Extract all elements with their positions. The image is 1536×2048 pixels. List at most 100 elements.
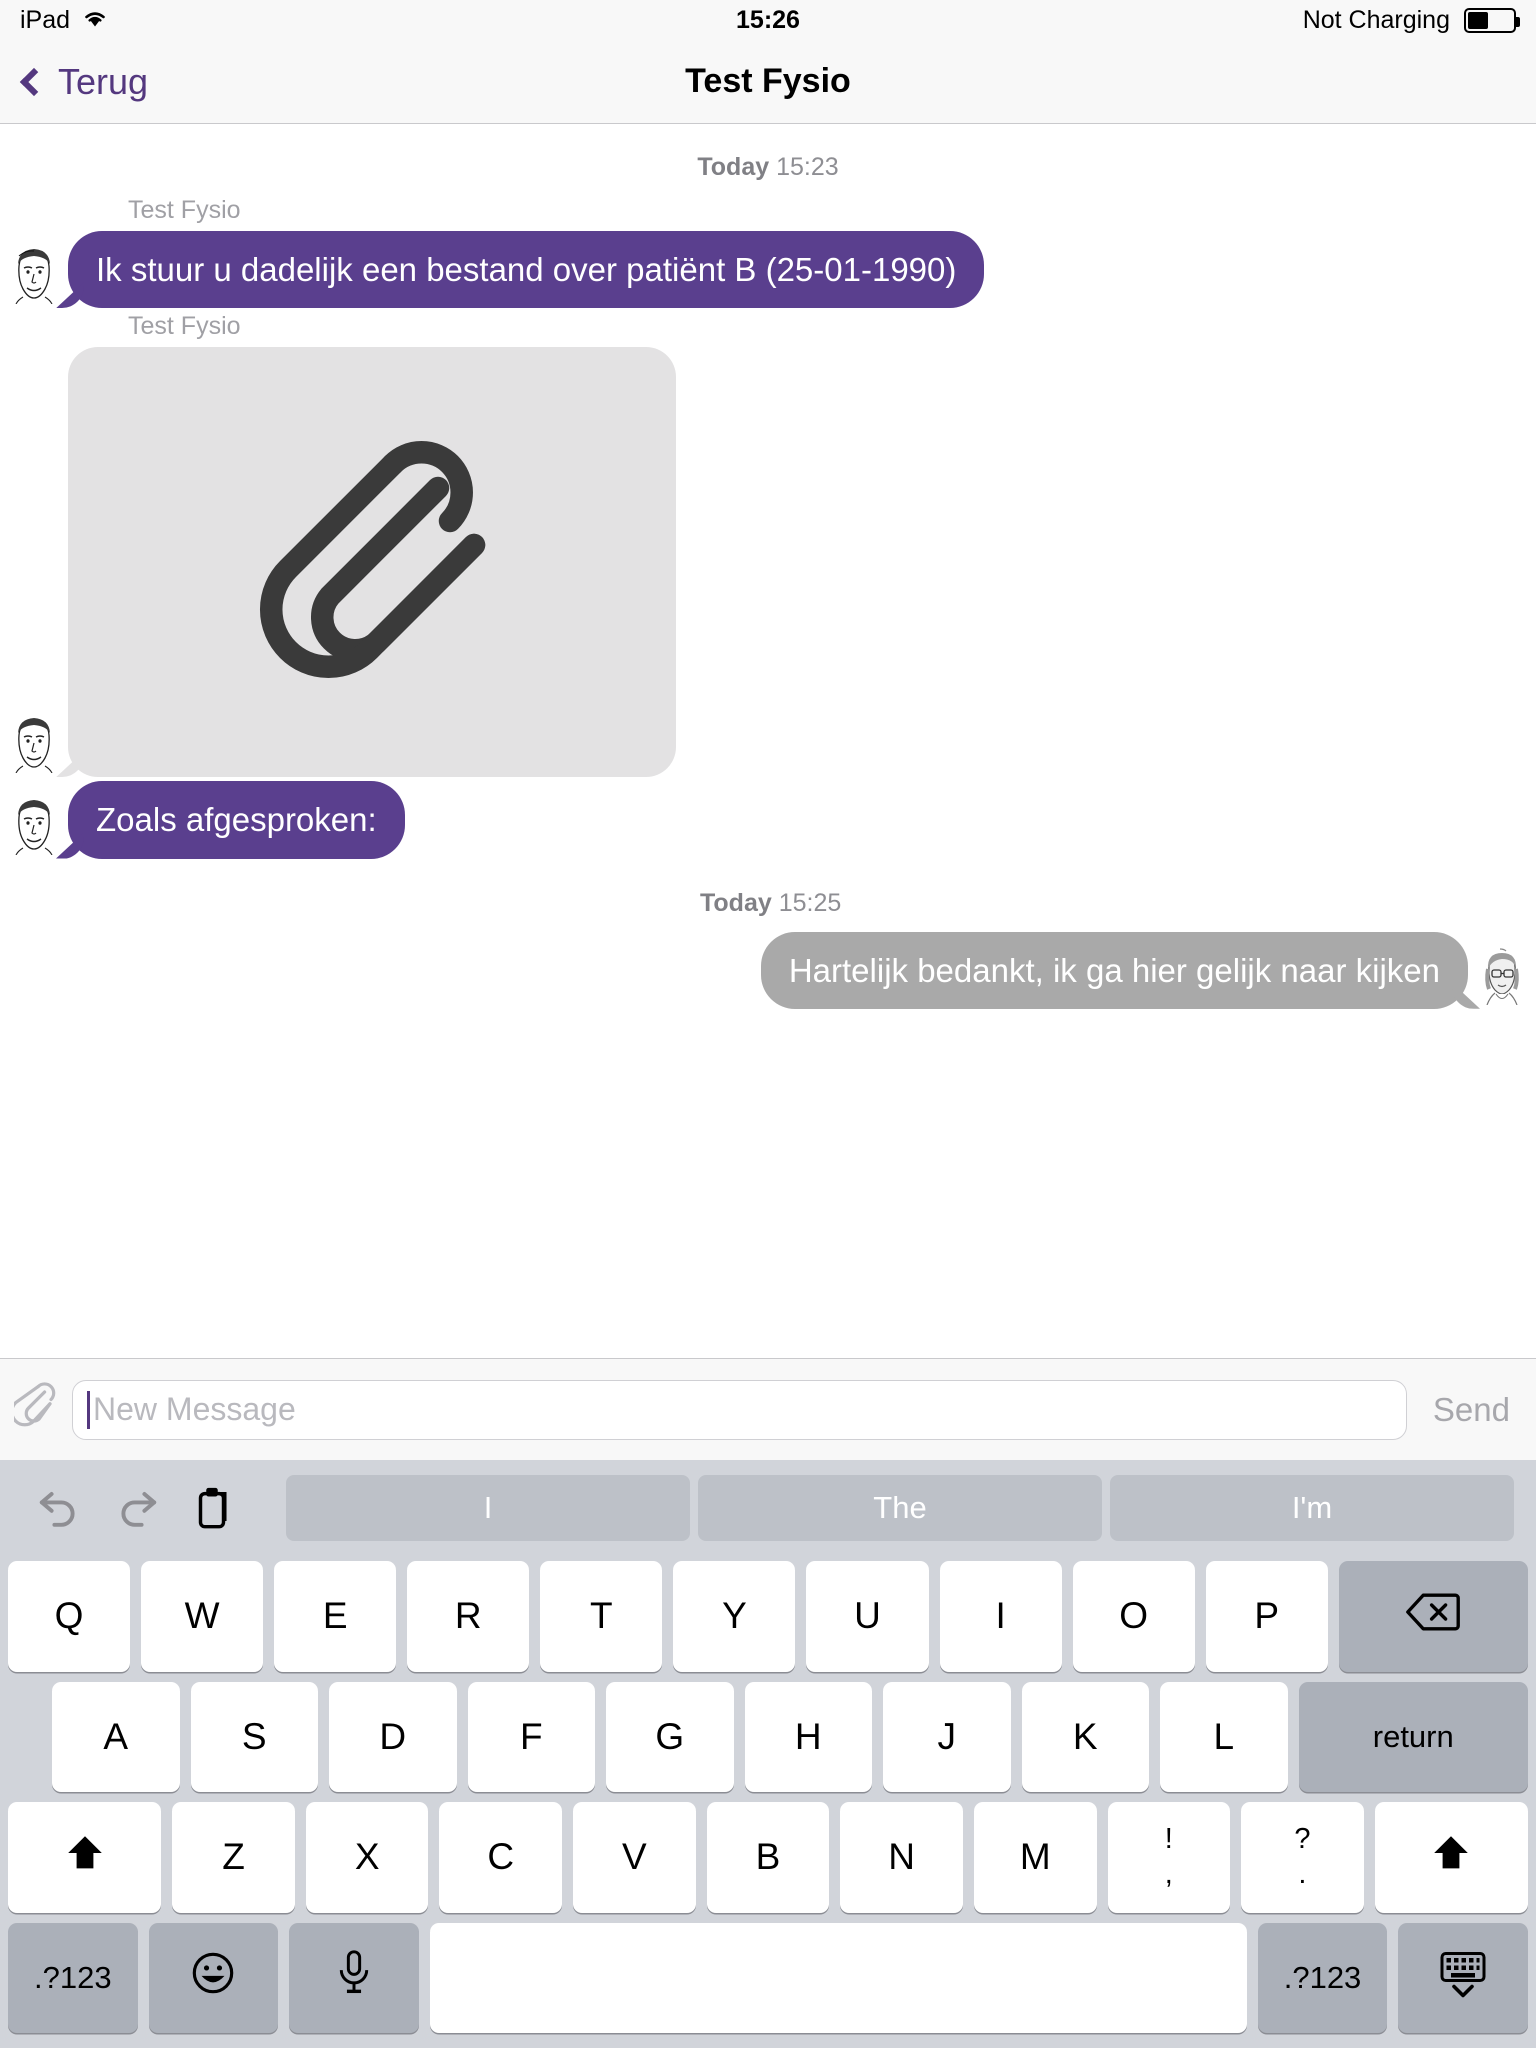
key-j[interactable]: J xyxy=(883,1681,1011,1792)
timestamp-divider: Today 15:25 xyxy=(0,889,1536,918)
paperclip-icon xyxy=(222,410,522,715)
timestamp-time: 15:25 xyxy=(778,888,842,917)
key-comma-label: , xyxy=(1164,1858,1173,1891)
key-w[interactable]: W xyxy=(141,1561,264,1672)
send-button[interactable]: Send xyxy=(1421,1391,1522,1429)
key-period-label: . xyxy=(1298,1858,1307,1891)
key-exclam-label: ! xyxy=(1164,1823,1173,1856)
prediction-button[interactable]: I xyxy=(286,1475,690,1541)
key-n[interactable]: N xyxy=(840,1802,963,1913)
timestamp-day: Today xyxy=(700,888,772,917)
message-input-bar: New Message Send xyxy=(0,1358,1536,1460)
emoji-key[interactable] xyxy=(148,1922,279,2033)
message-row xyxy=(0,347,1536,778)
key-o[interactable]: O xyxy=(1072,1561,1195,1672)
male-avatar xyxy=(8,715,60,774)
keyboard-row-2: A S D F G H J K L return xyxy=(8,1677,1528,1798)
navigation-bar: Terug Test Fysio xyxy=(0,40,1536,124)
redo-arrow-icon[interactable] xyxy=(98,1477,174,1539)
key-e[interactable]: E xyxy=(274,1561,397,1672)
device-label: iPad xyxy=(20,5,71,34)
keyboard-row-4: .?123 .?123 xyxy=(8,1918,1528,2039)
message-sender-label: Test Fysio xyxy=(128,312,241,341)
key-d[interactable]: D xyxy=(329,1681,457,1792)
male-avatar xyxy=(8,797,60,855)
timestamp-day: Today xyxy=(697,153,770,181)
key-m[interactable]: M xyxy=(973,1802,1097,1913)
key-h[interactable]: H xyxy=(744,1681,872,1792)
status-bar: iPad 15:26 Not Charging xyxy=(0,0,1536,40)
space-key[interactable] xyxy=(429,1922,1247,2033)
key-v[interactable]: V xyxy=(573,1802,696,1913)
hide-keyboard-key[interactable] xyxy=(1398,1922,1528,2033)
key-c[interactable]: C xyxy=(439,1802,563,1913)
onscreen-keyboard: I The I'm Q W E R T Y U I O P A S D F G … xyxy=(0,1460,1536,2048)
prediction-button[interactable]: The xyxy=(698,1475,1102,1541)
status-bar-left: iPad xyxy=(20,6,108,35)
message-input-field[interactable]: New Message xyxy=(72,1379,1407,1440)
message-sender-label: Test Fysio xyxy=(128,196,241,224)
message-row: Ik stuur u dadelijk een bestand over pat… xyxy=(0,231,1536,309)
key-f[interactable]: F xyxy=(467,1681,595,1792)
female-avatar xyxy=(1476,947,1528,1005)
hide-keyboard-icon xyxy=(1436,1946,1490,2009)
key-i[interactable]: I xyxy=(939,1561,1062,1672)
undo-arrow-icon[interactable] xyxy=(22,1477,98,1539)
key-question-period[interactable]: ? . xyxy=(1241,1802,1364,1913)
message-bubble[interactable]: Hartelijk bedankt, ik ga hier gelijk naa… xyxy=(760,931,1468,1009)
numbers-key-left[interactable]: .?123 xyxy=(8,1922,138,2033)
page-title: Test Fysio xyxy=(685,62,851,100)
return-key[interactable]: return xyxy=(1298,1681,1528,1792)
back-button-label: Terug xyxy=(58,60,149,102)
key-a[interactable]: A xyxy=(52,1681,180,1792)
backspace-key[interactable] xyxy=(1338,1561,1528,1672)
chevron-left-icon xyxy=(19,67,49,96)
backspace-icon xyxy=(1405,1592,1461,1641)
conversation-list[interactable]: Today 15:23 Test Fysio Ik stuur u dadeli… xyxy=(0,125,1536,1358)
message-row: Zoals afgesproken: xyxy=(0,781,1536,859)
numbers-key-right[interactable]: .?123 xyxy=(1257,1922,1388,2033)
key-g[interactable]: G xyxy=(606,1681,734,1792)
key-question-label: ? xyxy=(1294,1823,1311,1856)
emoji-smiley-icon xyxy=(190,1950,236,2005)
key-l[interactable]: L xyxy=(1160,1681,1288,1792)
message-bubble[interactable]: Ik stuur u dadelijk een bestand over pat… xyxy=(68,231,985,309)
key-k[interactable]: K xyxy=(1021,1681,1149,1792)
timestamp-divider: Today 15:23 xyxy=(0,153,1536,182)
keyboard-row-3: Z X C V B N M ! , ? . xyxy=(8,1797,1529,1918)
attachment-bubble[interactable] xyxy=(68,347,676,778)
key-q[interactable]: Q xyxy=(8,1561,131,1672)
paperclip-icon[interactable] xyxy=(10,1378,58,1441)
text-cursor xyxy=(87,1390,90,1429)
charging-status-label: Not Charging xyxy=(1302,5,1450,34)
back-button[interactable]: Terug xyxy=(19,60,149,103)
battery-icon xyxy=(1464,7,1520,33)
microphone-icon xyxy=(334,1949,374,2006)
male-avatar xyxy=(8,246,60,305)
keyboard-key-rows: Q W E R T Y U I O P A S D F G H J K L re… xyxy=(0,1556,1536,2048)
shift-key-right[interactable] xyxy=(1374,1802,1529,1913)
shift-arrow-icon xyxy=(1430,1832,1472,1883)
key-b[interactable]: B xyxy=(706,1802,830,1913)
paste-clipboard-icon[interactable] xyxy=(174,1477,250,1539)
key-x[interactable]: X xyxy=(305,1802,429,1913)
key-t[interactable]: T xyxy=(540,1561,663,1672)
key-r[interactable]: R xyxy=(407,1561,530,1672)
wifi-icon xyxy=(82,6,108,35)
prediction-button[interactable]: I'm xyxy=(1110,1475,1514,1541)
message-bubble[interactable]: Zoals afgesproken: xyxy=(68,781,405,859)
key-p[interactable]: P xyxy=(1205,1561,1328,1672)
shift-key-left[interactable] xyxy=(8,1802,162,1913)
dictation-key[interactable] xyxy=(289,1922,419,2033)
key-z[interactable]: Z xyxy=(172,1802,295,1913)
key-exclam-comma[interactable]: ! , xyxy=(1107,1802,1231,1913)
message-row: Hartelijk bedankt, ik ga hier gelijk naa… xyxy=(0,931,1536,1009)
shift-arrow-icon xyxy=(64,1832,106,1883)
status-bar-right: Not Charging xyxy=(1302,5,1520,35)
key-u[interactable]: U xyxy=(806,1561,929,1672)
key-s[interactable]: S xyxy=(190,1681,318,1792)
keyboard-toolbar: I The I'm xyxy=(0,1460,1536,1556)
key-y[interactable]: Y xyxy=(673,1561,796,1672)
prediction-bar: I The I'm xyxy=(286,1475,1514,1541)
timestamp-time: 15:23 xyxy=(776,153,839,181)
